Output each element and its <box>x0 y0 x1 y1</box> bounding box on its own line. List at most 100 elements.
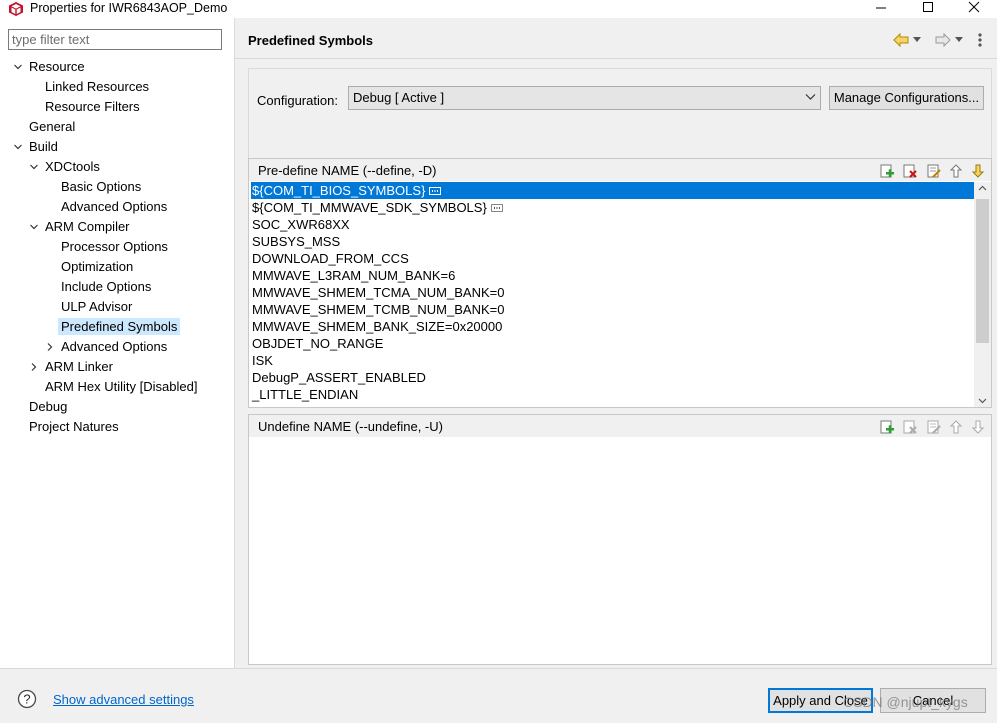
add-icon[interactable] <box>879 163 895 179</box>
chevron-down-icon <box>805 94 816 100</box>
add-icon[interactable] <box>879 419 895 435</box>
move-down-icon[interactable] <box>970 163 986 179</box>
tree-item-optimization[interactable]: Optimization <box>61 257 133 276</box>
scroll-up-icon[interactable] <box>978 185 987 191</box>
list-item[interactable]: OBJDET_NO_RANGE <box>251 335 974 352</box>
tree-item-processor-options[interactable]: Processor Options <box>61 237 168 256</box>
predefine-list-header: Pre-define NAME (--define, -D) <box>249 159 991 181</box>
tree-item-arm-hex-utility[interactable]: ARM Hex Utility [Disabled] <box>45 377 197 396</box>
list-item-text: MMWAVE_SHMEM_TCMB_NUM_BANK=0 <box>252 302 505 317</box>
move-down-icon[interactable] <box>970 419 986 435</box>
predefine-list[interactable]: ${COM_TI_BIOS_SYMBOLS} ${COM_TI_MMWAVE_SD… <box>251 182 974 403</box>
close-icon <box>968 1 980 13</box>
undefine-list-box: Undefine NAME (--undefine, -U) <box>248 414 992 665</box>
title-separator <box>235 58 997 59</box>
predefine-caption: Pre-define NAME (--define, -D) <box>258 163 437 178</box>
edit-icon[interactable] <box>926 419 942 435</box>
tree-item-compiler-advanced-options[interactable]: Advanced Options <box>61 337 167 356</box>
tree-item-linked-resources[interactable]: Linked Resources <box>45 77 149 96</box>
page-title: Predefined Symbols <box>248 33 373 48</box>
tree-item-resource[interactable]: Resource <box>29 57 85 76</box>
tree-item-debug[interactable]: Debug <box>29 397 67 416</box>
back-arrow-icon[interactable] <box>891 31 913 49</box>
predefine-list-box: Pre-define NAME (--define, -D) ${COM_TI_… <box>248 158 992 408</box>
chevron-down-icon[interactable] <box>13 62 23 72</box>
filter-input[interactable] <box>8 29 222 50</box>
svg-text:?: ? <box>23 692 30 707</box>
list-item[interactable]: MMWAVE_L3RAM_NUM_BANK=6 <box>251 267 974 284</box>
tree-item-xdctools[interactable]: XDCtools <box>45 157 100 176</box>
move-up-icon[interactable] <box>948 419 964 435</box>
list-item-text: _LITTLE_ENDIAN <box>252 387 359 402</box>
configuration-label: Configuration: <box>257 93 338 108</box>
tree-item-ulp-advisor[interactable]: ULP Advisor <box>61 297 132 316</box>
tree-item-project-natures[interactable]: Project Natures <box>29 417 119 436</box>
list-item[interactable]: MMWAVE_SHMEM_TCMA_NUM_BANK=0 <box>251 284 974 301</box>
tree-item-xdc-advanced-options[interactable]: Advanced Options <box>61 197 167 216</box>
tree-item-arm-linker[interactable]: ARM Linker <box>45 357 113 376</box>
back-menu-chevron-icon[interactable] <box>913 37 921 43</box>
undefine-caption: Undefine NAME (--undefine, -U) <box>258 419 443 434</box>
chevron-down-icon[interactable] <box>13 142 23 152</box>
maximize-icon <box>923 2 933 12</box>
chevron-right-icon[interactable] <box>45 342 55 352</box>
list-item[interactable]: DOWNLOAD_FROM_CCS <box>251 250 974 267</box>
delete-icon[interactable] <box>902 419 918 435</box>
maximize-button[interactable] <box>905 0 951 18</box>
list-item[interactable]: MMWAVE_SHMEM_TCMB_NUM_BANK=0 <box>251 301 974 318</box>
tree-item-build[interactable]: Build <box>29 137 58 156</box>
tree-item-include-options[interactable]: Include Options <box>61 277 151 296</box>
configuration-group: Configuration: Debug [ Active ] Manage C… <box>248 68 992 160</box>
list-item[interactable]: _LITTLE_ENDIAN <box>251 386 974 403</box>
list-item[interactable]: SUBSYS_MSS <box>251 233 974 250</box>
category-tree-panel: Resource Linked Resources Resource Filte… <box>0 18 234 668</box>
list-item-text: MMWAVE_L3RAM_NUM_BANK=6 <box>252 268 456 283</box>
chevron-down-icon[interactable] <box>29 162 39 172</box>
minimize-icon <box>876 7 886 9</box>
manage-configurations-button[interactable]: Manage Configurations... <box>829 86 984 110</box>
tree-item-predefined-symbols[interactable]: Predefined Symbols <box>58 317 181 336</box>
scrollbar-thumb[interactable] <box>976 199 989 343</box>
list-item[interactable]: MMWAVE_SHMEM_BANK_SIZE=0x20000 <box>251 318 974 335</box>
scroll-down-icon[interactable] <box>978 398 987 404</box>
property-page: Predefined Symbols Configuration: Debug … <box>235 18 997 668</box>
list-item[interactable]: ISK <box>251 352 974 369</box>
view-menu-icon[interactable] <box>977 32 983 48</box>
ellipsis-icon[interactable] <box>490 203 503 212</box>
tree-item-general[interactable]: General <box>29 117 75 136</box>
list-item-text: ${COM_TI_MMWAVE_SDK_SYMBOLS} <box>252 200 487 215</box>
chevron-right-icon[interactable] <box>29 362 39 372</box>
forward-arrow-icon[interactable] <box>931 31 953 49</box>
delete-icon[interactable] <box>902 163 918 179</box>
list-item[interactable]: ${COM_TI_BIOS_SYMBOLS} <box>251 182 974 199</box>
tree-item-basic-options[interactable]: Basic Options <box>61 177 141 196</box>
chevron-down-icon[interactable] <box>29 222 39 232</box>
configuration-select[interactable]: Debug [ Active ] <box>348 86 821 110</box>
show-advanced-settings-link[interactable]: Show advanced settings <box>53 692 194 707</box>
minimize-button[interactable] <box>858 0 904 18</box>
list-item-text: ${COM_TI_BIOS_SYMBOLS} <box>252 183 426 198</box>
list-item-text: SUBSYS_MSS <box>252 234 341 249</box>
list-item-text: ISK <box>252 353 273 368</box>
list-item-text: OBJDET_NO_RANGE <box>252 336 384 351</box>
forward-menu-chevron-icon[interactable] <box>955 37 963 43</box>
watermark: CSDN @njupt_kygs <box>843 694 968 710</box>
tree-item-arm-compiler[interactable]: ARM Compiler <box>45 217 130 236</box>
tree-item-resource-filters[interactable]: Resource Filters <box>45 97 140 116</box>
close-button[interactable] <box>951 0 997 18</box>
undefine-list-header: Undefine NAME (--undefine, -U) <box>249 415 991 437</box>
ccs-cube-icon <box>9 2 23 16</box>
list-item-text: SOC_XWR68XX <box>252 217 350 232</box>
list-item[interactable]: ${COM_TI_MMWAVE_SDK_SYMBOLS} <box>251 199 974 216</box>
configuration-value: Debug [ Active ] <box>353 90 445 105</box>
predefine-scrollbar[interactable] <box>974 182 991 407</box>
help-icon[interactable]: ? <box>17 689 37 709</box>
edit-icon[interactable] <box>926 163 942 179</box>
list-item[interactable]: DebugP_ASSERT_ENABLED <box>251 369 974 386</box>
move-up-icon[interactable] <box>948 163 964 179</box>
list-item-text: MMWAVE_SHMEM_BANK_SIZE=0x20000 <box>252 319 503 334</box>
ellipsis-icon[interactable] <box>429 186 442 195</box>
window-title: Properties for IWR6843AOP_Demo <box>30 1 228 15</box>
list-item-text: DebugP_ASSERT_ENABLED <box>252 370 426 385</box>
list-item[interactable]: SOC_XWR68XX <box>251 216 974 233</box>
